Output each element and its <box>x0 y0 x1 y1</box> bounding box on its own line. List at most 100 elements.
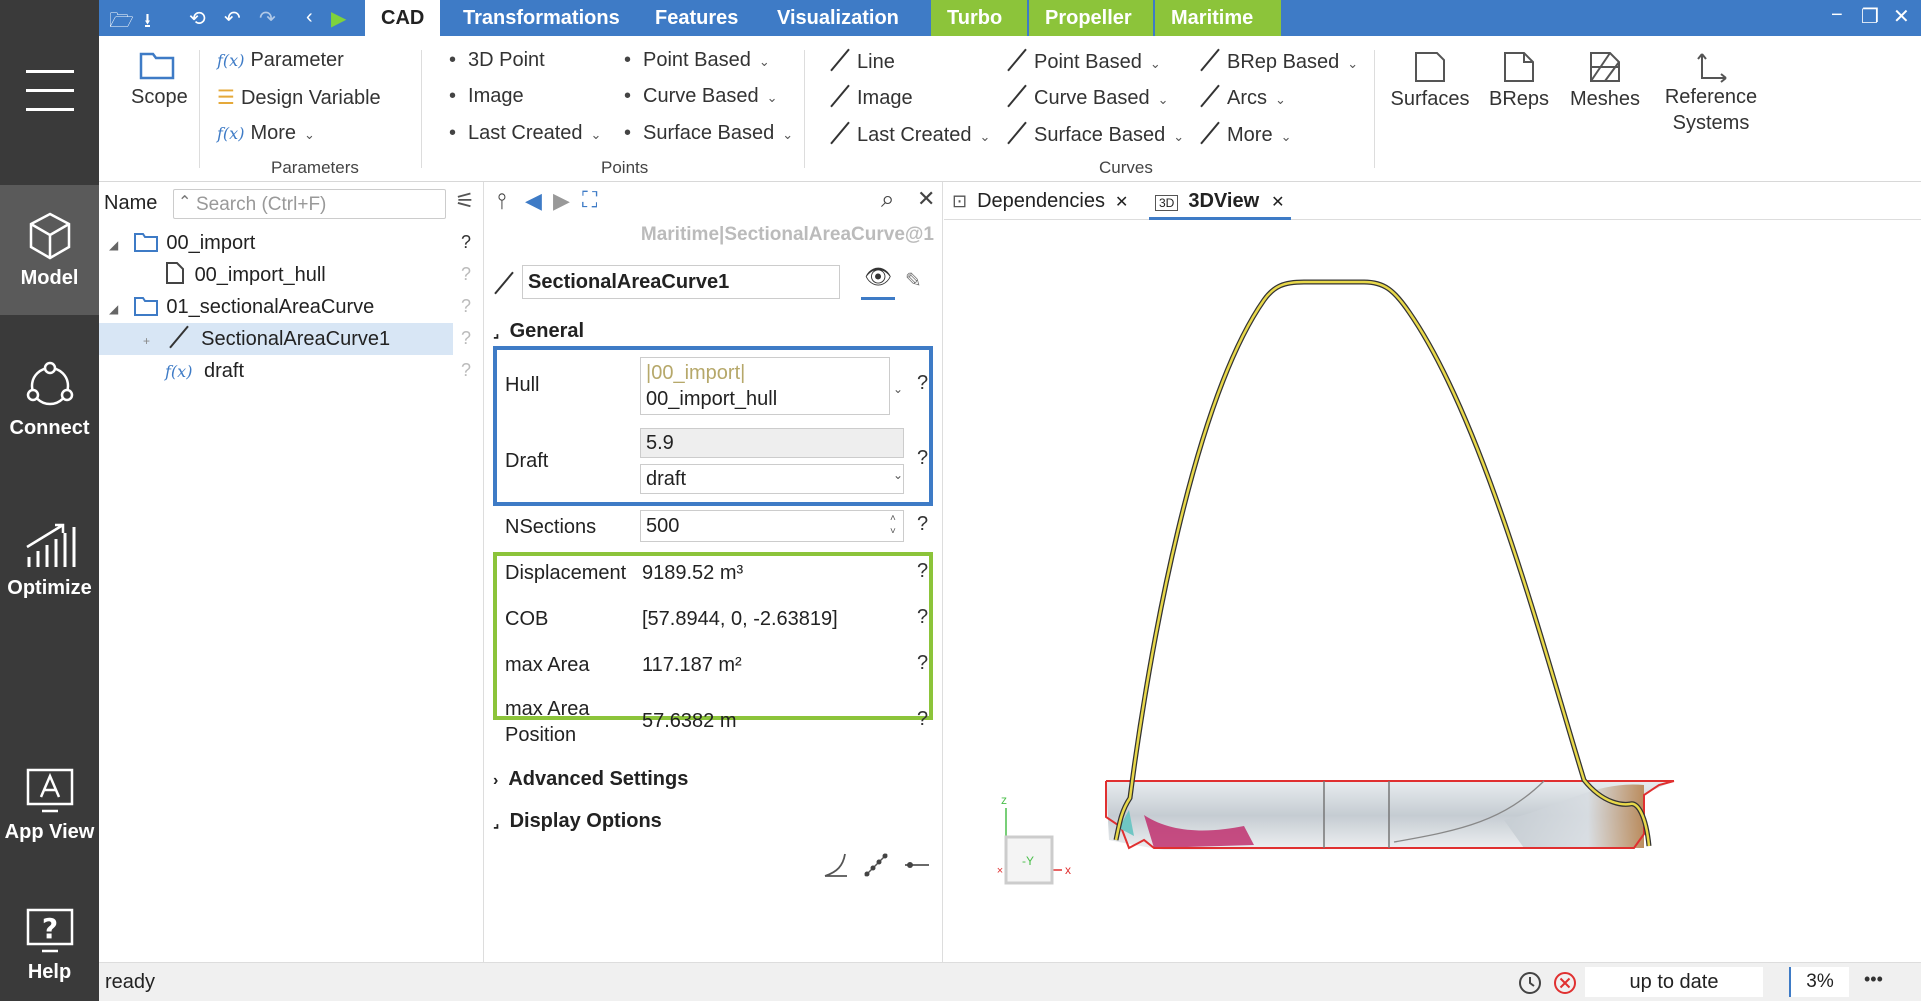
filter-settings-icon[interactable]: ⚟ <box>455 188 475 214</box>
history-clock-icon[interactable] <box>1517 970 1543 996</box>
close-panel-icon[interactable]: ✕ <box>917 186 935 212</box>
help-marker[interactable]: ? <box>917 652 928 675</box>
tab-propeller[interactable]: Propeller <box>1029 0 1153 36</box>
help-marker[interactable]: ? <box>461 232 471 253</box>
help-marker[interactable]: ? <box>917 372 928 395</box>
tab-visualization[interactable]: Visualization <box>761 0 915 36</box>
expand-icon[interactable]: ◢ <box>109 238 118 252</box>
more-curves-button[interactable]: More ⌄ <box>1199 122 1291 147</box>
sectional-area-curve[interactable] <box>1113 279 1652 847</box>
curve-last-created-button[interactable]: Last Created ⌄ <box>829 122 990 147</box>
chevron-down-icon[interactable]: ⌄ <box>893 468 903 482</box>
point-based-button[interactable]: Point Based⌄ <box>624 49 770 72</box>
expand-icon[interactable]: ◢ <box>109 302 118 316</box>
undo-icon[interactable]: ↶ <box>224 6 241 31</box>
help-marker[interactable]: ? <box>461 328 471 349</box>
help-marker[interactable]: ? <box>461 360 471 381</box>
back-arrow-icon[interactable]: ◀ <box>525 188 542 214</box>
display-options-section-header[interactable]: ⌟ Display Options <box>493 810 662 833</box>
run-icon[interactable]: ▶ <box>331 6 346 31</box>
open-folder-icon[interactable]: 🗁 <box>109 6 134 40</box>
help-marker[interactable]: ? <box>917 606 928 629</box>
breps-button[interactable]: BReps <box>1487 50 1551 111</box>
help-marker[interactable]: ? <box>917 708 928 731</box>
tab-transformations[interactable]: Transformations <box>447 0 636 36</box>
close-tab-icon[interactable]: ✕ <box>1271 194 1284 211</box>
curve-point-based-button[interactable]: Point Based ⌄ <box>1006 49 1161 74</box>
draft-expression-input[interactable]: draft <box>640 464 904 494</box>
spinner-arrows-icon[interactable]: ˄ ˅ <box>890 512 896 538</box>
sidebar-item-optimize[interactable]: Optimize <box>0 495 99 625</box>
save-icon[interactable]: ⭳ <box>144 6 151 40</box>
back-icon[interactable]: ‹ <box>306 6 313 29</box>
curve-image-button[interactable]: Image <box>829 85 913 110</box>
hull-mesh[interactable] <box>1105 780 1675 850</box>
curve-display-icon[interactable] <box>823 852 849 878</box>
points-display-icon[interactable] <box>863 852 889 878</box>
tree-row-01-sectional-area-curve[interactable]: ◢ 01_sectionalAreaCurve <box>109 291 374 323</box>
search-icon[interactable]: ⌕ <box>881 186 894 214</box>
point-last-created-button[interactable]: Last Created⌄ <box>449 122 601 145</box>
close-icon[interactable]: ✕ <box>1893 4 1910 29</box>
tab-3dview[interactable]: 3D 3DView ✕ <box>1149 182 1291 220</box>
pin-icon[interactable]: ⫯ <box>497 188 507 214</box>
parameter-button[interactable]: f(x) Parameter <box>217 49 344 72</box>
help-marker[interactable]: ? <box>461 296 471 317</box>
select-target-icon[interactable]: ⛶ <box>582 187 597 213</box>
general-section-header[interactable]: ⌟ General <box>493 320 584 343</box>
tab-turbo[interactable]: Turbo <box>931 0 1027 36</box>
tree-row-00-import[interactable]: ◢ 00_import <box>109 227 255 259</box>
arcs-button[interactable]: Arcs ⌄ <box>1199 85 1286 110</box>
tab-cad[interactable]: CAD <box>365 0 441 36</box>
meshes-button[interactable]: Meshes <box>1565 50 1645 111</box>
tree-search-input[interactable]: ⌃ Search (Ctrl+F) <box>173 189 446 219</box>
minimize-icon[interactable]: − <box>1831 4 1843 27</box>
scope-button[interactable]: Scope <box>131 50 188 109</box>
sidebar-item-model[interactable]: Model <box>0 185 99 315</box>
point-image-button[interactable]: Image <box>449 85 524 108</box>
brep-based-button[interactable]: BRep Based ⌄ <box>1199 49 1358 74</box>
tab-dependencies[interactable]: ⊡ Dependencies ✕ <box>952 182 1128 220</box>
redo-icon[interactable]: ↷ <box>259 6 276 31</box>
curve-curve-based-button[interactable]: Curve Based ⌄ <box>1006 85 1169 110</box>
visibility-eye-icon[interactable]: 👁 <box>861 264 895 300</box>
line-display-icon[interactable] <box>903 852 931 878</box>
tree-row-draft[interactable]: f(x) draft <box>165 355 244 387</box>
stop-icon[interactable] <box>1552 970 1578 996</box>
3d-point-button[interactable]: 3D Point <box>449 49 545 72</box>
tab-features[interactable]: Features <box>639 0 754 36</box>
more-parameters-button[interactable]: f(x) More ⌄ <box>217 122 315 145</box>
hull-select[interactable]: |00_import| 00_import_hull <box>640 357 890 415</box>
tree-row-00-import-hull[interactable]: 00_import_hull <box>165 259 326 291</box>
history-icon[interactable]: ⟲ <box>189 6 206 31</box>
restore-icon[interactable]: ❐ <box>1861 4 1879 29</box>
reference-systems-button[interactable]: Reference Systems <box>1659 50 1763 136</box>
sidebar-item-connect[interactable]: Connect <box>0 335 99 465</box>
tab-maritime[interactable]: Maritime <box>1155 0 1281 36</box>
tree-row-sectional-area-curve1[interactable]: + SectionalAreaCurve1 <box>143 323 390 355</box>
nsections-spinbox[interactable]: 500 <box>640 510 904 542</box>
help-marker[interactable]: ? <box>917 560 928 583</box>
sidebar-item-help[interactable]: ? Help <box>0 880 99 1001</box>
3d-scene[interactable]: -Y z x × <box>944 220 1921 962</box>
axis-triad[interactable]: -Y z x × <box>997 793 1071 885</box>
expand-icon[interactable]: + <box>143 334 150 348</box>
advanced-settings-section-header[interactable]: › Advanced Settings <box>493 768 688 791</box>
help-marker[interactable]: ? <box>917 513 928 536</box>
surfaces-button[interactable]: Surfaces <box>1385 50 1475 111</box>
edit-icon[interactable]: ✎ <box>905 268 922 293</box>
hamburger-menu-button[interactable] <box>0 50 99 130</box>
point-curve-based-button[interactable]: Curve Based⌄ <box>624 85 778 108</box>
help-marker[interactable]: ? <box>917 447 928 470</box>
more-options-icon[interactable]: ••• <box>1864 969 1883 990</box>
curve-surface-based-button[interactable]: Surface Based ⌄ <box>1006 122 1184 147</box>
line-button[interactable]: Line <box>829 49 895 74</box>
design-variable-button[interactable]: ☰ Design Variable <box>217 85 381 110</box>
forward-arrow-icon[interactable]: ▶ <box>553 188 570 214</box>
object-name-field[interactable]: SectionalAreaCurve1 <box>522 265 840 299</box>
help-marker[interactable]: ? <box>461 264 471 285</box>
point-surface-based-button[interactable]: Surface Based⌄ <box>624 122 793 145</box>
close-tab-icon[interactable]: ✕ <box>1115 194 1128 211</box>
sidebar-item-app-view[interactable]: App View <box>0 740 99 870</box>
chevron-down-icon[interactable]: ⌄ <box>893 382 903 396</box>
